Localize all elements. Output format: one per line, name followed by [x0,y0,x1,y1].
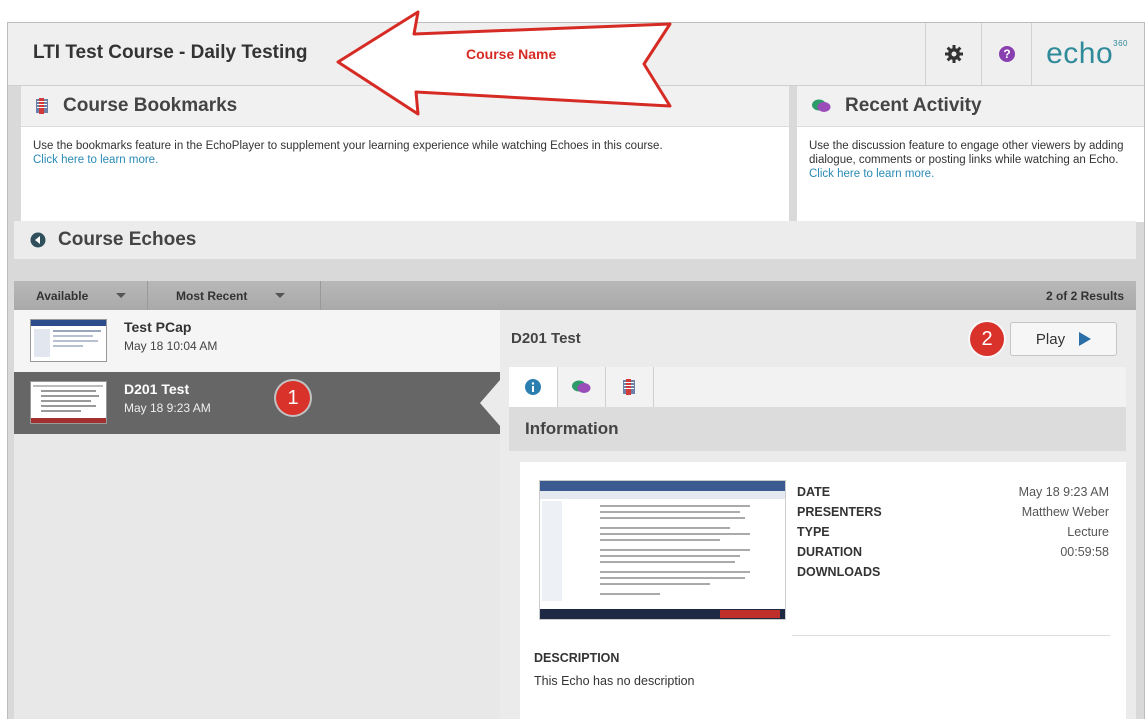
description-text: This Echo has no description [534,674,695,688]
activity-body: Use the discussion feature to engage oth… [809,140,1124,180]
activity-panel: Recent Activity Use the discussion featu… [797,86,1144,222]
echo-thumbnail [30,319,107,362]
divider [320,281,321,310]
tab-information[interactable] [509,367,558,407]
meta-row: DOWNLOADS [797,565,881,579]
bookmarks-body: Use the bookmarks feature in the EchoPla… [33,140,663,166]
echo-detail-pane: D201 Test 2 Play Information DATE May 18… [500,310,1136,719]
information-header: Information [509,407,1126,451]
echo-logo: echo360 [1046,37,1128,70]
annotation-badge-2: 2 [970,322,1004,356]
echo-list-item-selected[interactable]: D201 Test May 18 9:23 AM [14,372,500,434]
meta-row: PRESENTERS Matthew Weber [797,505,1109,519]
echo-title: D201 Test [124,381,190,397]
help-button[interactable]: ? [981,23,1032,85]
info-icon [525,379,541,395]
chevron-down-icon [116,293,127,298]
gear-icon [945,45,963,63]
echo-preview-image [539,480,786,620]
description-label: DESCRIPTION [534,651,620,665]
echo-list-item[interactable]: Test PCap May 18 10:04 AM [14,310,500,372]
echo-thumbnail [30,381,107,424]
annotation-badge-1: 1 [276,381,310,415]
filter-bar: Available Most Recent 2 of 2 Results [14,281,1136,310]
echo-title: Test PCap [124,319,192,335]
annotation-label: Course Name [466,46,557,62]
svg-text:?: ? [1003,47,1010,61]
meta-row: DURATION 00:59:58 [797,545,1109,559]
collapse-circle-icon [30,232,46,248]
bookmarks-learn-more-link[interactable]: Click here to learn more. [33,154,158,166]
echo-date: May 18 9:23 AM [124,401,211,415]
activity-learn-more-link[interactable]: Click here to learn more. [809,168,934,180]
echo-metadata: DATE May 18 9:23 AM PRESENTERS Matthew W… [797,485,1109,585]
echo-date: May 18 10:04 AM [124,339,218,353]
selection-pointer [480,380,500,426]
discussion-icon [572,380,591,393]
sort-dropdown[interactable]: Most Recent [176,281,286,310]
meta-row: TYPE Lecture [797,525,1109,539]
detail-title: D201 Test [511,330,581,347]
bookmark-icon [36,98,48,114]
echo-list: Test PCap May 18 10:04 AM D201 Test May … [14,310,500,719]
divider [792,635,1110,636]
settings-button[interactable] [925,23,982,85]
tab-bookmarks[interactable] [605,367,654,407]
course-echoes-header[interactable]: Course Echoes [14,221,1136,259]
available-filter-dropdown[interactable]: Available [36,281,127,310]
help-icon: ? [999,46,1015,62]
chevron-down-icon [275,293,286,298]
play-icon [1079,332,1092,346]
tab-discussion[interactable] [557,367,606,407]
play-button[interactable]: Play [1010,322,1117,356]
course-name-annotation-arrow [336,10,672,116]
divider [147,281,148,310]
discussion-icon [812,99,831,112]
meta-row: DATE May 18 9:23 AM [797,485,1109,499]
results-count: 2 of 2 Results [1045,288,1124,303]
course-title: LTI Test Course - Daily Testing [33,42,308,63]
bookmark-icon [623,379,635,395]
information-body: DATE May 18 9:23 AM PRESENTERS Matthew W… [520,462,1126,719]
activity-header: Recent Activity [797,86,1144,127]
detail-tabs [509,367,1126,408]
